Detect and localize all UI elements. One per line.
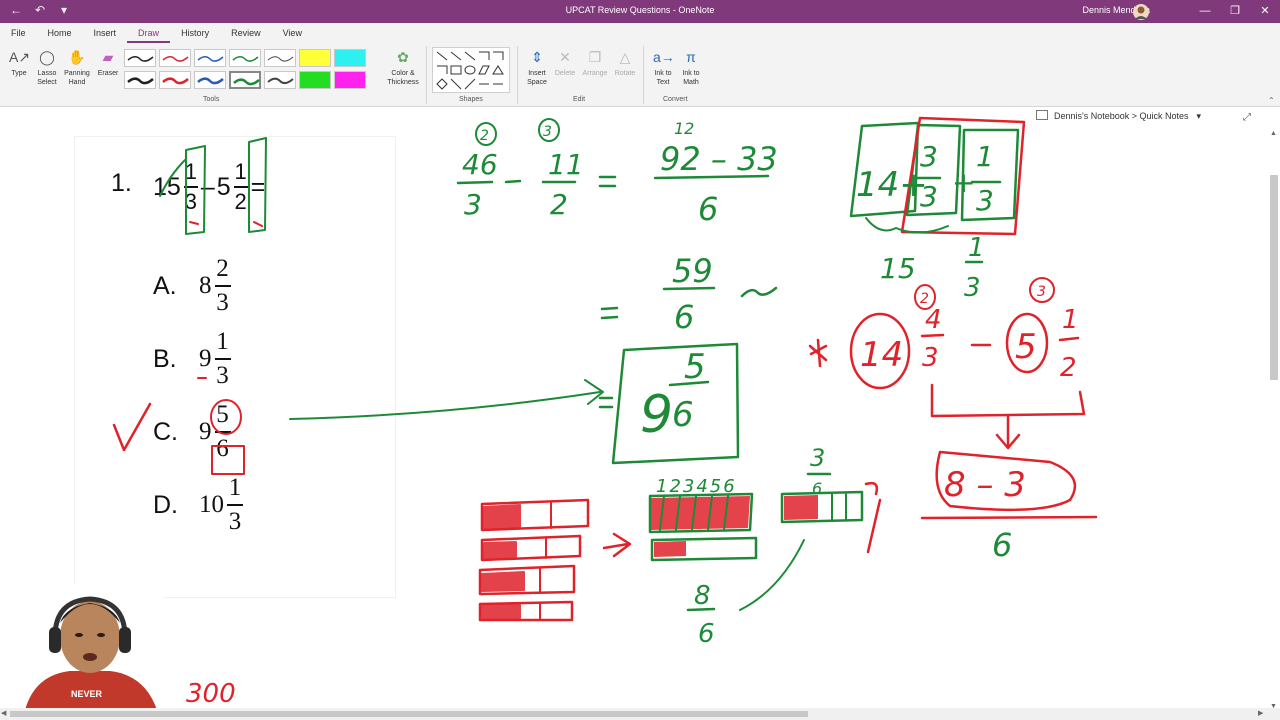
ink-bars-den: 6 bbox=[698, 619, 715, 649]
ink-rmid-d1: 3 bbox=[922, 343, 939, 373]
ink-checkmark bbox=[112, 402, 152, 452]
ink-box-fraction-1 bbox=[185, 145, 206, 235]
ink-top-b-num: 11 bbox=[548, 148, 584, 181]
ink-top-b-circle: 3 bbox=[543, 124, 552, 140]
ink-long-arrow bbox=[289, 391, 601, 420]
svg-text:+: + bbox=[952, 166, 975, 199]
ink-rmid-w1: 14 bbox=[860, 335, 903, 375]
ink-top-c-sup: 12 bbox=[674, 119, 694, 138]
ink-mid-num: 59 bbox=[672, 252, 713, 290]
scroll-left-icon[interactable]: ◀ bbox=[1, 709, 6, 717]
horizontal-scroll-thumb[interactable] bbox=[10, 711, 808, 717]
ink-rmid-n1: 4 bbox=[925, 305, 942, 335]
ink-box-fraction-2 bbox=[248, 137, 267, 233]
ink-box-whole: 14+ bbox=[856, 165, 928, 205]
horizontal-scrollbar[interactable]: ◀ ▶ bbox=[0, 708, 1280, 720]
ink-top-a-den: 3 bbox=[464, 188, 482, 221]
ink-box-6 bbox=[211, 445, 245, 475]
ink-top-a-circle: 2 bbox=[480, 128, 489, 144]
scroll-up-icon[interactable]: ▲ bbox=[1270, 130, 1277, 137]
ink-rmid-c1: 2 bbox=[920, 291, 929, 307]
ink-rmid-d2: 2 bbox=[1060, 353, 1077, 383]
ink-bar3-den: 6 bbox=[812, 479, 822, 498]
ink-top-c-num: 92 – 33 bbox=[660, 140, 778, 178]
ink-box-n1: 3 bbox=[920, 140, 938, 173]
ink-r13-num: 1 bbox=[968, 233, 985, 263]
ink-fifteen: 15 bbox=[880, 252, 916, 285]
ink-rmid-n2: 1 bbox=[1062, 305, 1079, 335]
ink-r13-den: 3 bbox=[964, 273, 981, 303]
ink-rbot-den: 6 bbox=[992, 526, 1012, 564]
ink-answer-num: 5 bbox=[684, 347, 706, 387]
ink-top-a-num: 46 bbox=[462, 148, 498, 181]
ink-box-d2: 3 bbox=[976, 184, 994, 217]
ink-answer-den: 6 bbox=[672, 395, 694, 435]
webcam-overlay: NEVER bbox=[15, 585, 165, 710]
ink-top-b-den: 2 bbox=[550, 188, 568, 221]
ink-note: 300 bbox=[186, 679, 236, 709]
ink-bars-num: 8 bbox=[694, 581, 711, 611]
svg-text:NEVER: NEVER bbox=[71, 689, 103, 699]
ink-box-n2: 1 bbox=[976, 140, 994, 173]
ink-top-c-den: 6 bbox=[698, 190, 718, 228]
ink-bar3-num: 3 bbox=[810, 444, 825, 472]
ink-rmid-c2: 3 bbox=[1037, 284, 1046, 300]
ink-rmid-w2: 5 bbox=[1015, 327, 1037, 367]
ink-arrow-curve bbox=[159, 159, 186, 197]
ink-answer-whole: 9 bbox=[640, 385, 673, 445]
ink-circle-5 bbox=[210, 399, 242, 435]
vertical-scrollbar[interactable]: ▲ ▼ bbox=[1268, 130, 1280, 710]
vertical-scroll-thumb[interactable] bbox=[1270, 175, 1278, 380]
ink-rbot-num: 8 – 3 bbox=[944, 465, 1026, 505]
ink-layer[interactable]: 46 3 2 11 2 3 12 92 – 33 6 59 6 9 5 6 14… bbox=[0, 0, 1280, 720]
ink-mid-den: 6 bbox=[674, 298, 694, 336]
ink-box-d1: 3 bbox=[920, 180, 938, 213]
ink-bar-numbers: 123456 bbox=[656, 476, 737, 497]
scroll-right-icon[interactable]: ▶ bbox=[1258, 709, 1263, 717]
